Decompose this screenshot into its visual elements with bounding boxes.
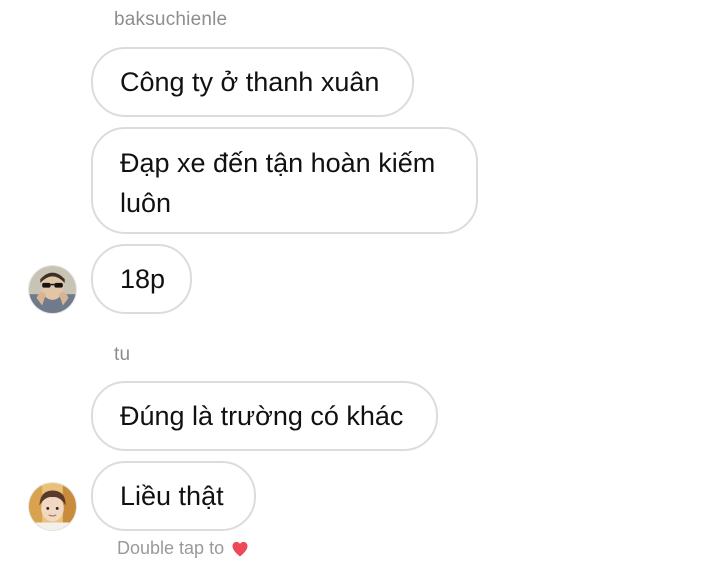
message-bubble[interactable]: Đúng là trường có khác xyxy=(91,381,438,451)
message-text: Liều thật xyxy=(120,481,224,511)
message-bubble[interactable]: Liều thật xyxy=(91,461,256,531)
sender-name: tu xyxy=(114,344,131,365)
avatar[interactable] xyxy=(28,482,77,531)
sender-name: baksuchienle xyxy=(114,9,228,30)
avatar-image xyxy=(29,483,76,530)
message-text: Công ty ở thanh xuân xyxy=(120,67,380,97)
hint-text: Double tap to xyxy=(117,538,225,558)
avatar-image xyxy=(29,266,76,313)
message-text: 18p xyxy=(120,264,166,294)
message-bubble[interactable]: Đạp xe đến tận hoàn kiếm luôn xyxy=(91,127,478,234)
message-text: Đúng là trường có khác xyxy=(120,401,404,431)
message-text: Đạp xe đến tận hoàn kiếm luôn xyxy=(120,148,436,218)
message-bubble[interactable]: Công ty ở thanh xuân xyxy=(91,47,414,117)
heart-icon xyxy=(230,539,250,559)
double-tap-hint: Double tap to xyxy=(117,538,250,559)
avatar[interactable] xyxy=(28,265,77,314)
message-bubble[interactable]: 18p xyxy=(91,244,192,314)
